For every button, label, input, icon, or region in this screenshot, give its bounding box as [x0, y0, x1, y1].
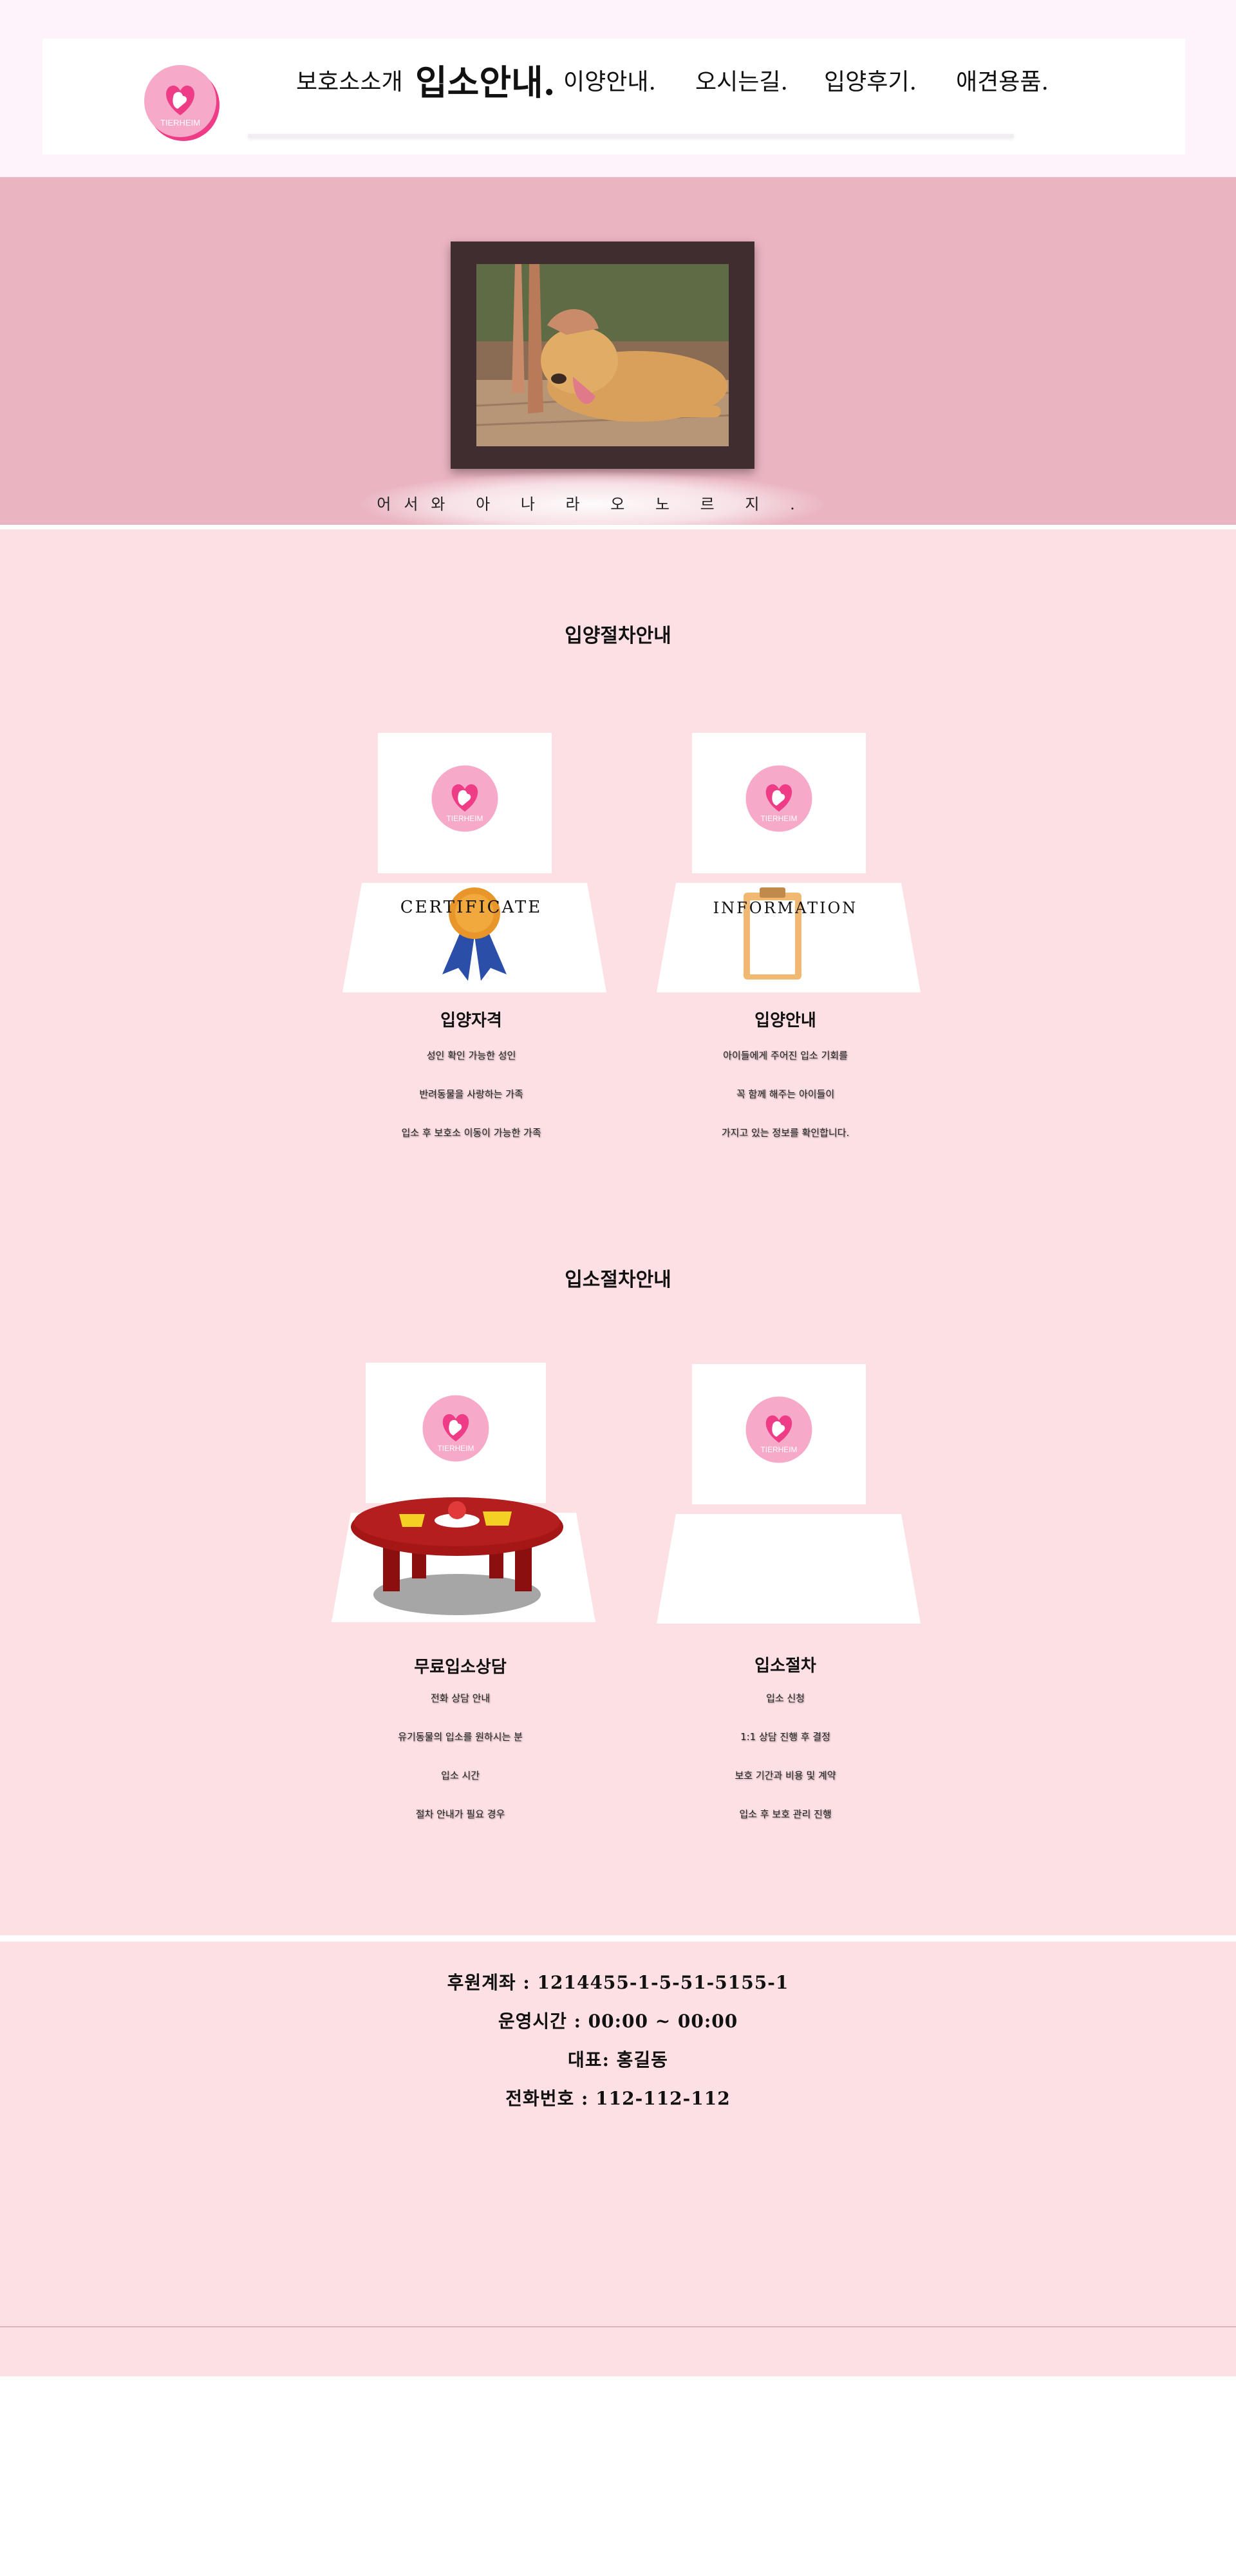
- brand-logo: TIERHEIM: [745, 1396, 812, 1463]
- card-board: TIERHEIM: [366, 1363, 546, 1503]
- card-text: 아이들에게 주어진 입소 기회를: [723, 1050, 848, 1061]
- svg-text:TIERHEIM: TIERHEIM: [446, 814, 483, 823]
- card-text: 입소 후 보호소 이동이 가능한 가족: [401, 1127, 541, 1139]
- nav-divider: [248, 134, 1014, 138]
- nav-transfer[interactable]: 이양안내.: [563, 63, 656, 97]
- footer-account: 후원계좌 : 1214455-1-5-51-5155-1: [447, 1972, 789, 1993]
- card-adoption-info[interactable]: TIERHEIM INFORMATION 입양안내 아이들에게 주어진 입소 기…: [650, 733, 921, 1139]
- card-platform: [657, 1514, 921, 1624]
- logo-text: TIERHEIM: [160, 118, 200, 128]
- card-text: 성인 확인 가능한 성인: [426, 1050, 516, 1061]
- card-adoption-qualification[interactable]: TIERHEIM CERTIFICATE 입양자격 성인 확인 가능한 성인 반…: [336, 733, 606, 1139]
- brand-logo[interactable]: TIERHEIM: [142, 62, 221, 142]
- hero-banner: 어서와 아 나 라 오 노 르 지 .: [0, 177, 1236, 536]
- card-text: 입소 시간: [441, 1770, 480, 1781]
- card-board: TIERHEIM: [378, 733, 552, 873]
- brand-logo: TIERHEIM: [422, 1395, 489, 1462]
- brand-logo: TIERHEIM: [745, 765, 812, 832]
- card-text: 전화 상담 안내: [430, 1692, 491, 1704]
- card-title: 무료입소상담: [414, 1658, 507, 1677]
- card-text: 보호 기간과 비용 및 계약: [735, 1770, 836, 1781]
- nav-intake[interactable]: 입소안내.: [415, 54, 556, 105]
- nav-reviews[interactable]: 입양후기.: [824, 63, 917, 97]
- nav-directions[interactable]: 오시는길.: [695, 63, 788, 97]
- footer-ceo: 대표: 홍길동: [568, 2049, 668, 2070]
- bottom-bar: [0, 2326, 1236, 2376]
- card-intake-procedure[interactable]: TIERHEIM 입소절차 입소 신청 1:1 상담 진행 후 결정 보호 기간…: [650, 1364, 921, 1820]
- nav-about[interactable]: 보호소소개: [296, 63, 403, 97]
- intake-section-title: 입소절차안내: [565, 1269, 671, 1291]
- photo-frame: [451, 242, 754, 469]
- svg-text:TIERHEIM: TIERHEIM: [760, 814, 797, 823]
- footer: 후원계좌 : 1214455-1-5-51-5155-1 운영시간 : 00:0…: [0, 1942, 1236, 2326]
- card-free-consultation[interactable]: TIERHEIM 무료입소상담 전화 상담 안내 유기동물의 입소를 원하시는 …: [325, 1363, 595, 1820]
- card-text: 유기동물의 입소를 원하시는 분: [398, 1731, 523, 1743]
- information-label: INFORMATION: [713, 899, 858, 917]
- card-text: 반려동물을 사랑하는 가족: [419, 1088, 523, 1100]
- card-title: 입양안내: [754, 1011, 816, 1030]
- card-board: TIERHEIM: [692, 1364, 866, 1504]
- card-text: 1:1 상담 진행 후 결정: [740, 1731, 830, 1743]
- hero-slogan: 어서와 아 나 라 오 노 르 지 .: [377, 495, 808, 513]
- certificate-label: CERTIFICATE: [400, 898, 543, 917]
- card-text: 입소 후 보호 관리 진행: [739, 1808, 832, 1820]
- brand-logo: TIERHEIM: [431, 765, 498, 832]
- card-title: 입양자격: [440, 1011, 502, 1030]
- footer-hours: 운영시간 : 00:00 ~ 00:00: [498, 2011, 738, 2032]
- card-board: TIERHEIM: [692, 733, 866, 873]
- footer-divider: [0, 1935, 1236, 1942]
- card-text: 가지고 있는 정보를 확인합니다.: [721, 1127, 850, 1139]
- nav-supplies[interactable]: 애견용품.: [956, 63, 1049, 97]
- dog-photo: [476, 264, 729, 446]
- footer-phone: 전화번호 : 112-112-112: [505, 2088, 731, 2109]
- card-text: 꼭 함께 해주는 아이들이: [736, 1088, 835, 1100]
- adoption-section-title: 입양절차안내: [565, 625, 671, 647]
- tea-table-icon: [351, 1497, 563, 1615]
- main-content: 입양절차안내 TIERHEIM CERTIFICATE 입양자격 성인 확인 가…: [0, 529, 1236, 1935]
- card-text: 입소 신청: [766, 1692, 805, 1704]
- card-title: 입소절차: [754, 1656, 816, 1676]
- svg-text:TIERHEIM: TIERHEIM: [437, 1444, 474, 1453]
- card-text: 절차 안내가 필요 경우: [415, 1808, 505, 1820]
- svg-text:TIERHEIM: TIERHEIM: [760, 1445, 797, 1454]
- main-nav: 보호소소개 입소안내. 이양안내. 오시는길. 입양후기. 애견용품.: [296, 62, 1049, 115]
